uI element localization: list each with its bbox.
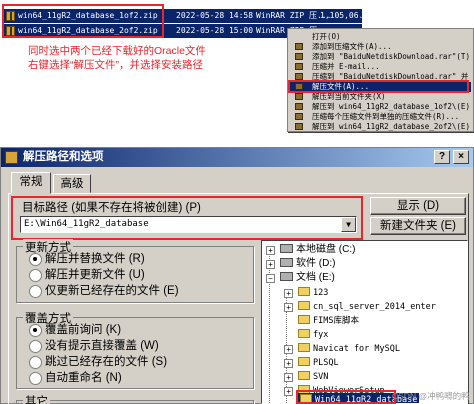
radio-extract-update[interactable]: 解压并更新文件 (U) (29, 268, 145, 282)
tree-folder[interactable]: +123 (284, 286, 328, 300)
rar-icon (295, 103, 303, 110)
rar-icon (295, 113, 303, 120)
expand-icon[interactable]: + (284, 289, 293, 298)
winrar-app-icon (5, 151, 18, 164)
folder-icon (298, 356, 310, 366)
expand-icon[interactable]: + (284, 359, 293, 368)
tree-folder[interactable]: + Navicat for MySQL (284, 342, 400, 356)
folder-icon (298, 300, 310, 310)
radio-auto-rename[interactable]: 自动重命名 (N) (29, 371, 122, 385)
dialog-title: 解压路径和选项 (23, 151, 104, 163)
drive-icon (280, 271, 293, 281)
tree-folder[interactable]: + cn_sql_server_2014_enter (284, 300, 436, 314)
collapse-icon[interactable]: − (266, 274, 275, 283)
annotation-line-1: 同时选中两个已经下载好的Oracle文件 (28, 45, 206, 57)
expand-icon[interactable]: + (266, 246, 275, 255)
help-button[interactable]: ? (434, 150, 450, 164)
folder-icon (298, 314, 310, 324)
annotation-note: 同时选中两个已经下载好的Oracle文件 右键选择“解压文件”，并选择安装路径 (28, 44, 206, 72)
folder-icon (298, 286, 310, 296)
rar-icon (295, 123, 303, 130)
tree-folder[interactable]: + SVN (284, 370, 328, 384)
file-size: 1,105,06... (320, 11, 373, 20)
expand-icon[interactable]: + (284, 387, 293, 396)
tree-node-software[interactable]: + 软件 (D:) (266, 257, 335, 271)
other-group: 其它 (16, 393, 254, 404)
folder-icon (298, 342, 310, 352)
rar-icon (295, 93, 303, 100)
menu-item-compress-email[interactable]: 压缩并 E-mail... (290, 62, 471, 72)
rar-icon (295, 63, 303, 70)
radio-update-existing[interactable]: 仅更新已经存在的文件 (E) (29, 284, 179, 298)
tree-folder[interactable]: fyx (298, 328, 328, 342)
menu-item-extract-to-1of2[interactable]: 解压到 win64_11gR2_database_1of2\(E) (290, 102, 471, 112)
folder-tree[interactable]: + 本地磁盘 (C:) + 软件 (D:) − 文档 (E:) +123 + cn_sq… (261, 240, 468, 404)
radio-overwrite-without-prompt[interactable]: 没有提示直接覆盖 (W) (29, 339, 159, 353)
rar-icon (295, 43, 303, 50)
menu-item-extract-to-2of2[interactable]: 解压到 win64_11gR2_database_2of2\(E) (290, 122, 471, 132)
other-title: 其它 (23, 393, 50, 404)
tree-folder[interactable]: + PLSQL (284, 356, 339, 370)
menu-item-add-to-rar[interactable]: 添加到 "BaiduNetdiskDownload.rar"(T) (290, 52, 471, 62)
file-date: 2022-05-28 14:58 (176, 11, 254, 20)
drive-icon (280, 243, 293, 253)
expand-icon[interactable]: + (266, 260, 275, 269)
watermark: CSDN @冲鸭嘚的鸭 (392, 391, 470, 401)
tab-advanced[interactable]: 高级 (53, 174, 91, 193)
dialog-titlebar[interactable]: 解压路径和选项 ? × (1, 148, 473, 167)
expand-icon[interactable]: + (284, 345, 293, 354)
highlight-target-path (11, 196, 363, 240)
tab-general[interactable]: 常规 (11, 172, 51, 194)
tree-node-docs[interactable]: − 文档 (E:) (266, 271, 335, 285)
folder-icon (298, 370, 310, 380)
expand-icon[interactable]: + (284, 373, 293, 382)
update-mode-group: 更新方式 解压并替换文件 (R) 解压并更新文件 (U) 仅更新已经存在的文件 … (16, 239, 254, 303)
rar-icon (295, 53, 303, 60)
radio-ask-before-overwrite[interactable]: 覆盖前询问 (K) (29, 323, 121, 337)
drive-icon (280, 257, 293, 267)
radio-extract-replace[interactable]: 解压并替换文件 (R) (29, 252, 145, 266)
expand-icon[interactable]: + (284, 303, 293, 312)
tree-folder[interactable]: FIMS库脚本 (298, 314, 359, 328)
menu-item-extract-here[interactable]: 解压到当前文件夹(X) (290, 92, 471, 102)
menu-item-compress-each[interactable]: 压缩每个压缩文件到单独的压缩文件(R)... (290, 112, 471, 122)
menu-item-open[interactable]: 打开(O) (290, 32, 471, 42)
close-button[interactable]: × (453, 150, 469, 164)
highlight-extract-item (288, 80, 469, 93)
show-button[interactable]: 显示 (D) (370, 197, 466, 215)
folder-icon (298, 328, 310, 338)
file-date: 2022-05-28 15:00 (176, 26, 254, 35)
rar-icon (295, 73, 303, 80)
highlight-selected-files (2, 4, 164, 38)
overwrite-mode-group: 覆盖方式 覆盖前询问 (K) 没有提示直接覆盖 (W) 跳过已经存在的文件 (S… (16, 310, 254, 389)
tree-node-local-disk[interactable]: + 本地磁盘 (C:) (266, 243, 355, 257)
new-folder-button[interactable]: 新建文件夹 (E) (370, 217, 466, 235)
annotation-line-2: 右键选择“解压文件”，并选择安装路径 (28, 59, 203, 71)
highlight-target-folder (296, 390, 396, 404)
radio-skip-existing[interactable]: 跳过已经存在的文件 (S) (29, 355, 167, 369)
menu-item-add-archive[interactable]: 添加到压缩文件(A)... (290, 42, 471, 52)
